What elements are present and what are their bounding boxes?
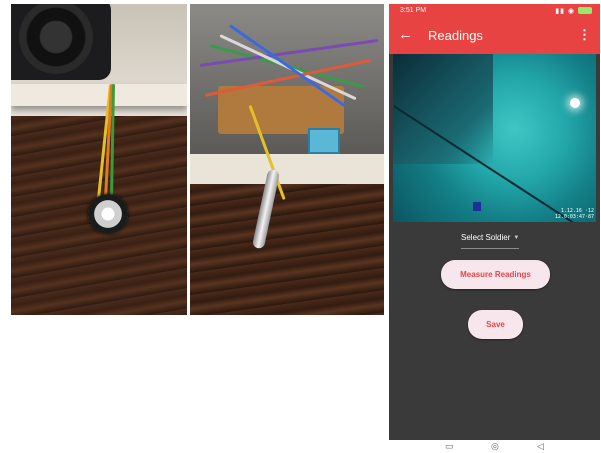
status-bar: 3:51 PM ▮▮ ◉ [389, 4, 600, 18]
wifi-icon: ◉ [567, 8, 576, 15]
wooden-table [190, 184, 384, 315]
soldier-dropdown-label: Select Soldier [461, 233, 511, 242]
speaker-cone [19, 4, 93, 74]
status-time: 3:51 PM [400, 7, 427, 14]
signal-icon: ▮▮ [555, 8, 565, 15]
phone-screen: 3:51 PM ▮▮ ◉ ← Readings ⋮ 1.12.16 ·12 12… [389, 4, 600, 440]
shelf [190, 154, 384, 184]
camera-preview: 1.12.16 ·12 12.0:03:47·87 [393, 54, 596, 222]
pulse-sensor [88, 194, 128, 234]
sensor-module [308, 128, 340, 154]
save-button[interactable]: Save [468, 310, 523, 339]
recents-icon[interactable]: ▭ [445, 441, 454, 452]
android-nav-bar: ▭ ◎ ◁ [389, 441, 600, 453]
more-options-icon[interactable]: ⋮ [578, 27, 591, 43]
dropdown-caret-icon: ▼ [513, 235, 520, 241]
status-icons: ▮▮ ◉ [555, 7, 592, 15]
measure-readings-button[interactable]: Measure Readings [441, 260, 550, 289]
dropdown-underline [461, 248, 520, 249]
back-arrow-icon[interactable]: ← [398, 26, 413, 44]
home-icon[interactable]: ◎ [491, 441, 499, 452]
camera-blue-object [473, 202, 481, 211]
nav-back-icon[interactable]: ◁ [537, 441, 544, 452]
pulse-sensor-photo [11, 4, 187, 315]
camera-dark-region [393, 54, 493, 164]
battery-icon [578, 7, 592, 14]
app-bar: ← Readings ⋮ [389, 18, 600, 54]
camera-timestamp: 1.12.16 ·12 12.0:03:47·87 [554, 208, 594, 220]
page-title: Readings [428, 28, 483, 43]
camera-light-spot [570, 98, 580, 108]
speaker [11, 4, 111, 80]
temperature-probe-photo [190, 4, 384, 315]
soldier-dropdown[interactable]: Select Soldier ▼ [461, 233, 520, 249]
shelf [11, 84, 187, 106]
